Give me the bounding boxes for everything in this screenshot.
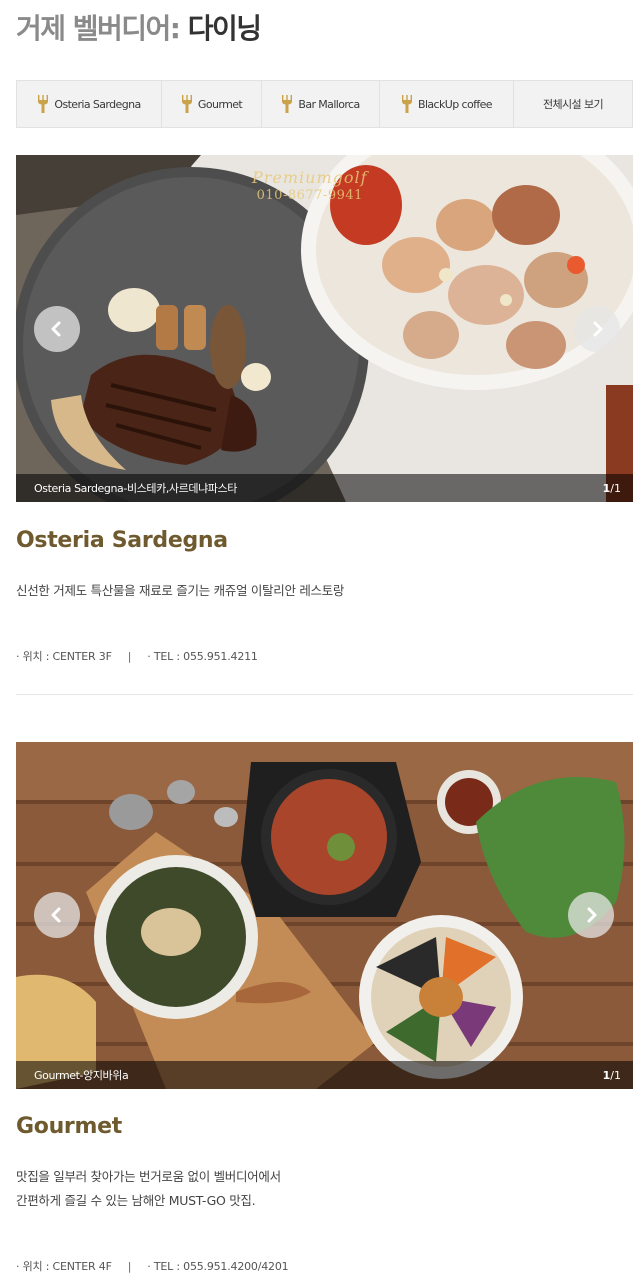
tab-label: Gourmet (197, 97, 243, 111)
tab-label: Bar Mallorca (298, 97, 360, 111)
info-separator: | (127, 649, 132, 663)
venue-info: · 위치 : CENTER 4F | · TEL : 055.951.4200/… (16, 1258, 289, 1274)
page-title: 거제 벨버디어: 다이닝 (16, 8, 262, 50)
slider-counter: 1/1 (603, 1069, 621, 1082)
utensils-icon (281, 94, 293, 114)
venue-location: · 위치 : CENTER 3F (16, 650, 112, 663)
slider-caption-bar: Gourmet-앙지바위a 1/1 (16, 1061, 633, 1089)
venue-description: 신선한 거제도 특산물을 재료로 즐기는 캐쥬얼 이탈리안 레스토랑 (16, 579, 344, 603)
utensils-icon (181, 94, 193, 114)
venue-title: Osteria Sardegna (16, 528, 228, 553)
slider-caption: Osteria Sardegna-비스테카,사르데냐파스타 (34, 482, 237, 495)
chevron-right-icon (587, 907, 597, 923)
venue-tel: · TEL : 055.951.4211 (147, 649, 258, 663)
slider-caption-bar: Osteria Sardegna-비스테카,사르데냐파스타 1/1 (16, 474, 633, 502)
tab-label: 전체시설 보기 (542, 98, 604, 111)
venue-description-line: 간편하게 즐길 수 있는 남해안 MUST-GO 맛집. (16, 1193, 256, 1208)
section-divider (16, 694, 633, 695)
tab-label: BlackUp coffee (418, 97, 493, 111)
venue-tel: · TEL : 055.951.4200/4201 (147, 1259, 289, 1273)
venue-photo-slider-osteria: Premiumgolf 010-8677-9941 Osteria Sardeg… (16, 155, 633, 502)
page-title-light: 거제 벨버디어: (16, 12, 181, 45)
tab-blackup-coffee[interactable]: BlackUp coffee (380, 81, 514, 127)
korean-dishes-photo (16, 742, 633, 1089)
slider-prev-button[interactable] (34, 892, 80, 938)
venue-description-line: 신선한 거제도 특산물을 재료로 즐기는 캐쥬얼 이탈리안 레스토랑 (16, 583, 345, 598)
venue-description: 맛집을 일부러 찾아가는 번거로움 없이 벨버디어에서 간편하게 즐길 수 있는… (16, 1165, 281, 1213)
slider-next-button[interactable] (574, 306, 620, 352)
steak-and-seafood-photo (16, 155, 633, 502)
watermark-name: Premiumgolf (252, 168, 368, 187)
watermark: Premiumgolf 010-8677-9941 (252, 169, 368, 205)
venue-photo-slider-gourmet: Gourmet-앙지바위a 1/1 (16, 742, 633, 1089)
info-separator: | (127, 1259, 132, 1273)
utensils-icon (37, 94, 49, 114)
tab-view-all-facilities[interactable]: 전체시설 보기 (514, 81, 632, 127)
venue-info: · 위치 : CENTER 3F | · TEL : 055.951.4211 (16, 648, 258, 664)
slider-counter-total: /1 (610, 1068, 621, 1082)
venue-title: Gourmet (16, 1114, 122, 1139)
utensils-icon (401, 94, 413, 114)
chevron-right-icon (593, 321, 603, 337)
tab-osteria-sardegna[interactable]: Osteria Sardegna (17, 81, 162, 127)
venue-tab-bar: Osteria Sardegna Gourmet Bar Mallorca Bl… (16, 80, 633, 128)
venue-description-line: 맛집을 일부러 찾아가는 번거로움 없이 벨버디어에서 (16, 1169, 281, 1184)
slider-prev-button[interactable] (34, 306, 80, 352)
slider-counter: 1/1 (603, 482, 621, 495)
slider-counter-total: /1 (610, 481, 621, 495)
venue-location: · 위치 : CENTER 4F (16, 1260, 112, 1273)
chevron-left-icon (51, 907, 61, 923)
slider-next-button[interactable] (568, 892, 614, 938)
tab-bar-mallorca[interactable]: Bar Mallorca (262, 81, 380, 127)
slider-caption: Gourmet-앙지바위a (34, 1069, 129, 1082)
tab-label: Osteria Sardegna (54, 97, 141, 111)
tab-gourmet[interactable]: Gourmet (162, 81, 262, 127)
chevron-left-icon (51, 321, 61, 337)
page-title-bold: 다이닝 (187, 12, 262, 45)
watermark-phone: 010-8677-9941 (256, 188, 363, 203)
